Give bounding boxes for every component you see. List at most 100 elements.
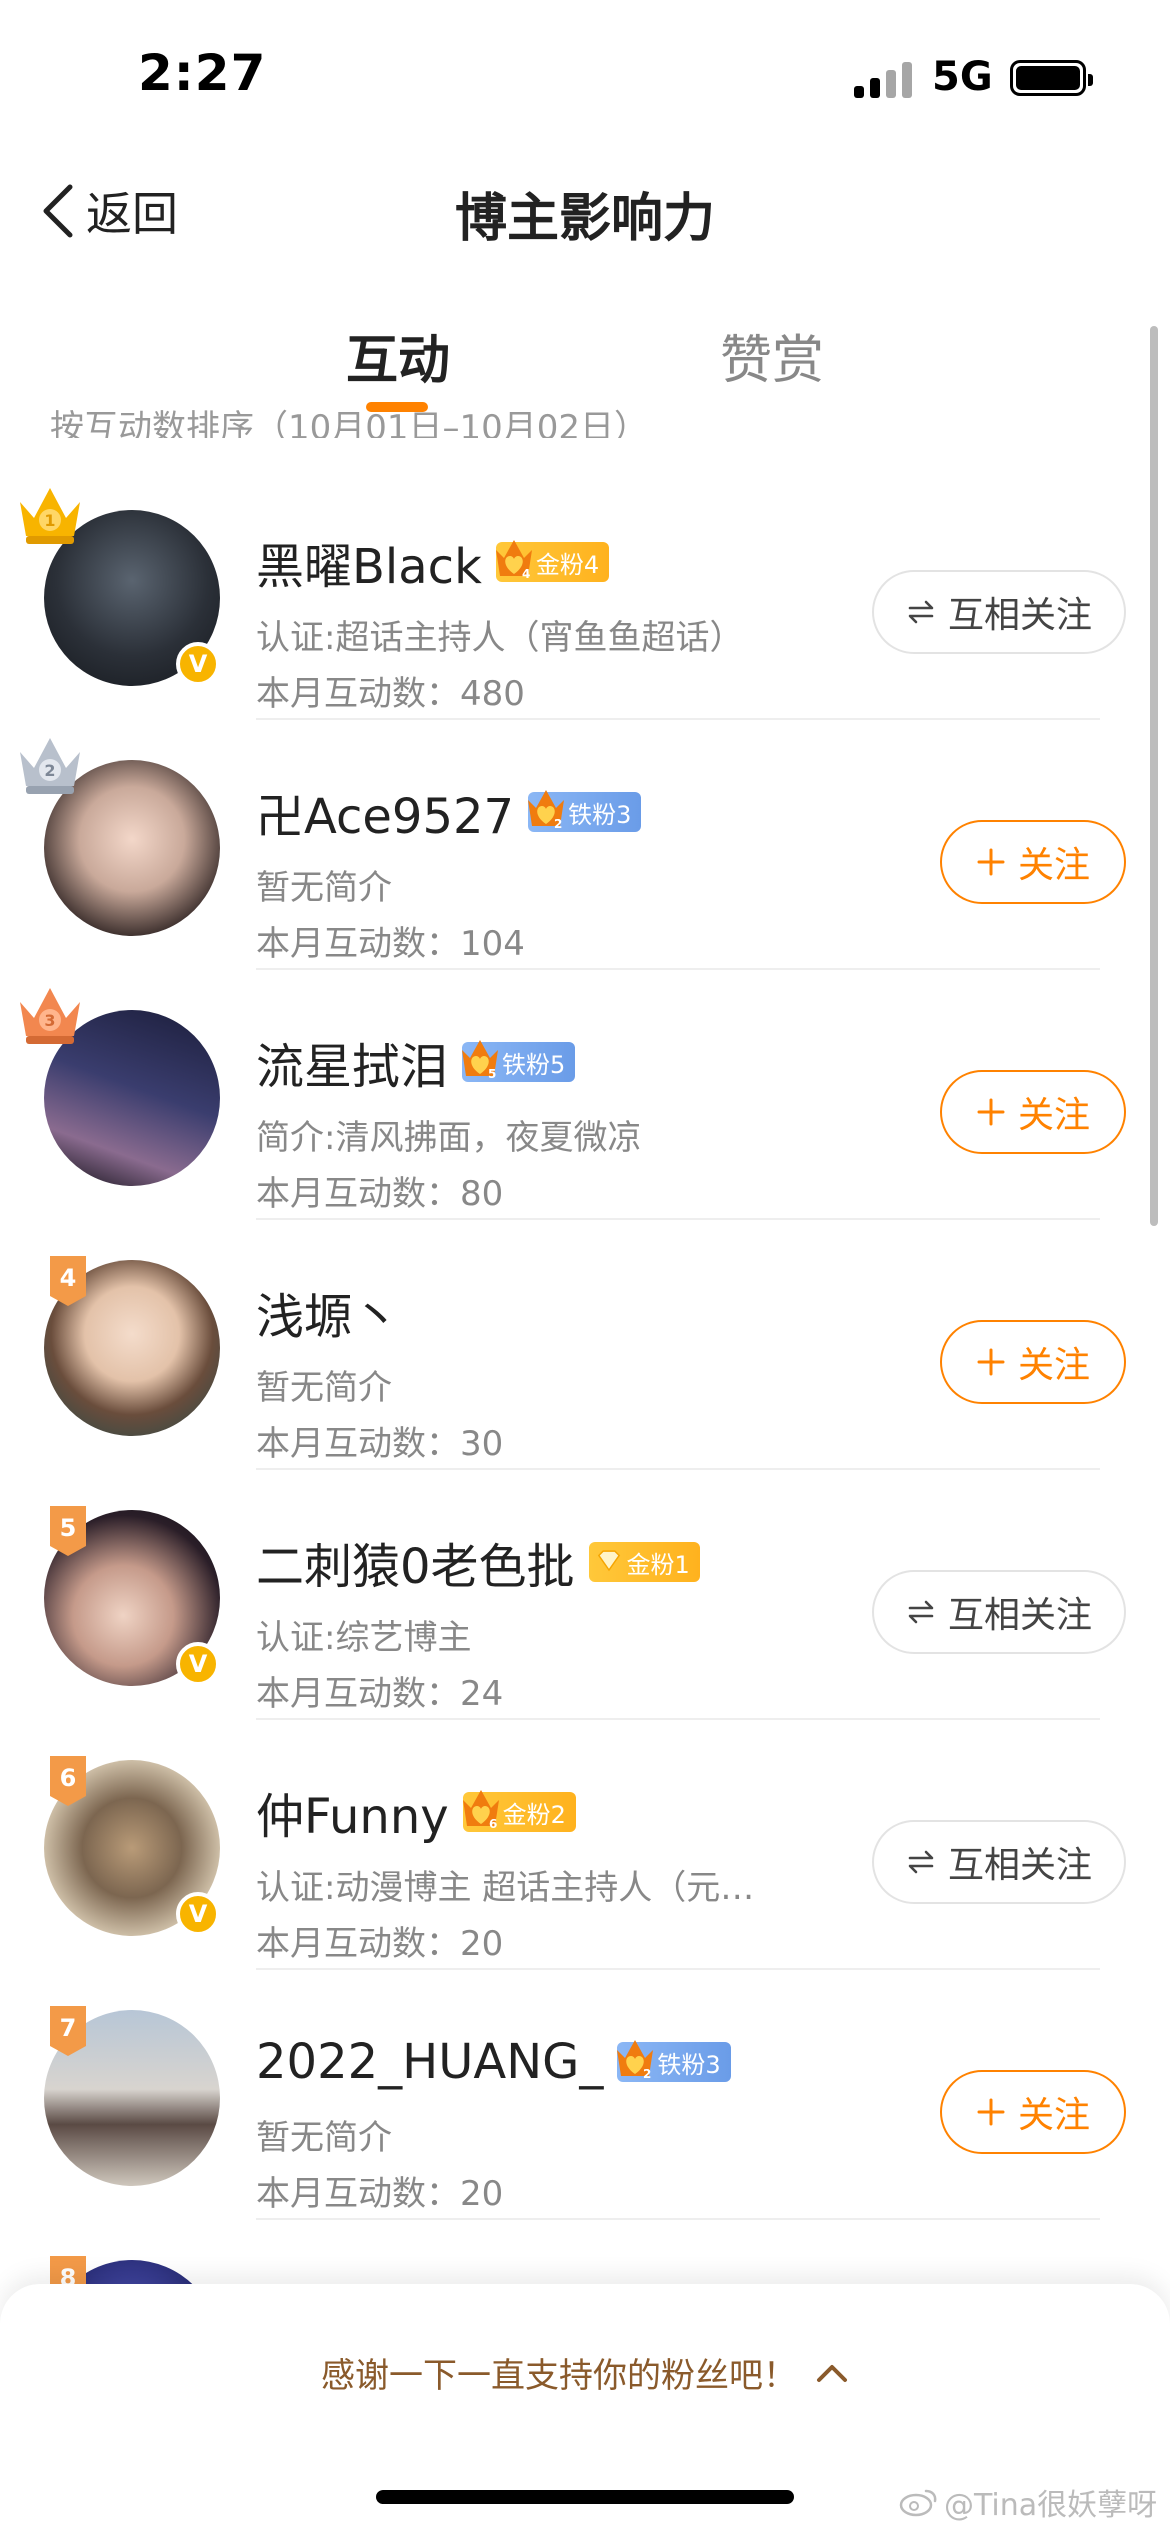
follow-button[interactable]: 关注: [940, 2070, 1126, 2154]
user-desc: 暂无简介: [256, 2118, 392, 2158]
interaction-count: 本月互动数：104: [256, 924, 525, 964]
network-label: 5G: [932, 54, 993, 100]
user-desc: 暂无简介: [256, 1368, 392, 1408]
battery-icon: [1010, 60, 1093, 96]
bronze-crown-icon: 3: [20, 988, 80, 1044]
follow-button[interactable]: 关注: [940, 820, 1126, 904]
interaction-count: 本月互动数：24: [256, 1674, 504, 1714]
interaction-count: 本月互动数：30: [256, 1424, 504, 1464]
fan-badge-label: 铁粉3: [657, 2050, 721, 2079]
list-item[interactable]: 5 V 二刺猿0老色批 金粉1 认证:综艺博主 本月互动数：24 互相关注: [0, 1470, 1170, 1720]
tab-reward[interactable]: 赞赏: [720, 318, 824, 393]
plus-icon: [977, 848, 1005, 876]
user-desc: 认证:动漫博主 超话主持人（元…: [256, 1868, 755, 1908]
list-item[interactable]: 7 2022_HUANG_ 2 铁粉3 暂无简介 本月互动数：20 关注: [0, 1970, 1170, 2220]
user-desc: 认证:超话主持人（宵鱼鱼超话）: [256, 618, 744, 658]
fan-badge: 2 铁粉3: [617, 2040, 731, 2082]
button-label: 互相关注: [947, 595, 1092, 636]
user-name[interactable]: 流星拭泪: [256, 1027, 448, 1097]
svg-text:5: 5: [60, 1514, 77, 1542]
verified-badge-icon: V: [176, 1892, 220, 1936]
svg-text:4: 4: [60, 1264, 77, 1292]
plus-icon: [977, 1348, 1005, 1376]
rank-tag-icon: 7: [50, 2006, 86, 2056]
fan-badge-label: 金粉2: [502, 1800, 566, 1829]
status-time: 2:27: [138, 44, 267, 102]
fan-badge: 2 铁粉3: [528, 790, 642, 832]
diamond-icon: [597, 1550, 620, 1572]
rank-tag-icon: 6: [50, 1756, 86, 1806]
svg-text:2: 2: [643, 2067, 651, 2081]
plus-icon: [977, 2098, 1005, 2126]
fan-badge: 4 金粉4: [495, 540, 610, 582]
svg-text:5: 5: [488, 1067, 496, 1081]
swap-arrows-icon: [908, 600, 934, 624]
interaction-count: 本月互动数：80: [256, 1174, 504, 1214]
crown-heart-icon: 4: [495, 540, 532, 581]
list-item[interactable]: 6 V 仲Funny 6 金粉2 认证:动漫博主 超话主持人（元… 本月互动数：…: [0, 1720, 1170, 1970]
crown-heart-icon: 2: [528, 790, 565, 831]
mutual-follow-button[interactable]: 互相关注: [872, 570, 1126, 654]
interaction-count: 本月互动数：480: [256, 674, 525, 714]
plus-icon: [977, 1098, 1005, 1126]
interaction-count: 本月互动数：20: [256, 2174, 504, 2214]
home-indicator[interactable]: [376, 2490, 794, 2504]
fan-badge-label: 铁粉5: [502, 1050, 566, 1079]
swap-arrows-icon: [908, 1850, 934, 1874]
list-item[interactable]: 1 V 黑曜Black 4 金粉4 认证:超话主持人（宵鱼鱼超话） 本月互动数：…: [0, 470, 1170, 720]
follow-button[interactable]: 关注: [940, 1320, 1126, 1404]
rank-tag-icon: 5: [50, 1506, 86, 1556]
svg-text:6: 6: [489, 1817, 497, 1831]
list-item[interactable]: 3 流星拭泪 5 铁粉5 简介:清风拂面，夜夏微凉 本月互动数：80 关注: [0, 970, 1170, 1220]
user-name[interactable]: 仲Funny: [256, 1777, 449, 1847]
user-name[interactable]: 黑曜Black: [256, 527, 482, 597]
fan-badge-label: 铁粉3: [568, 800, 632, 829]
fan-badge-label: 金粉4: [535, 550, 600, 579]
fan-badge: 6 金粉2: [462, 1790, 576, 1832]
user-name[interactable]: 浅塬丶: [256, 1277, 400, 1347]
nav-bar: 返回 博主影响力: [0, 160, 1170, 260]
weibo-logo-icon: [899, 2489, 937, 2517]
user-name[interactable]: 2022_HUANG_: [256, 2034, 603, 2090]
chevron-up-icon: [817, 2364, 847, 2382]
user-name[interactable]: 卍Ace9527: [256, 777, 514, 847]
crown-heart-icon: 5: [462, 1040, 499, 1081]
list-item[interactable]: 2 卍Ace9527 2 铁粉3 暂无简介 本月互动数：104 关注: [0, 720, 1170, 970]
user-desc: 认证:综艺博主: [256, 1618, 472, 1658]
gold-crown-icon: 1: [20, 488, 80, 544]
interaction-count: 本月互动数：20: [256, 1924, 504, 1964]
list-item[interactable]: 4 浅塬丶 暂无简介 本月互动数：30 关注: [0, 1220, 1170, 1470]
mutual-follow-button[interactable]: 互相关注: [872, 1820, 1126, 1904]
button-label: 关注: [1017, 845, 1090, 886]
follow-button[interactable]: 关注: [940, 1070, 1126, 1154]
status-bar: 2:27 5G: [0, 0, 1170, 150]
thanks-prompt[interactable]: 感谢一下一直支持你的粉丝吧！: [0, 2348, 1170, 2397]
watermark-text: @Tina很妖孽呀: [944, 2488, 1158, 2523]
rank-tag-icon: 4: [50, 1256, 86, 1306]
page-title: 博主影响力: [454, 189, 715, 249]
button-label: 关注: [1017, 1345, 1090, 1386]
swap-arrows-icon: [908, 1600, 934, 1624]
user-desc: 暂无简介: [256, 868, 392, 908]
user-name[interactable]: 二刺猿0老色批: [256, 1527, 575, 1597]
mutual-follow-button[interactable]: 互相关注: [872, 1570, 1126, 1654]
verified-badge-icon: V: [176, 1642, 220, 1686]
silver-crown-icon: 2: [20, 738, 80, 794]
fan-badge-label: 金粉1: [626, 1550, 690, 1579]
svg-text:4: 4: [522, 567, 530, 581]
svg-text:1: 1: [44, 511, 55, 530]
svg-text:2: 2: [44, 761, 55, 780]
crown-heart-icon: 6: [462, 1790, 499, 1831]
watermark: @Tina很妖孽呀: [898, 2480, 1157, 2524]
button-label: 互相关注: [947, 1595, 1092, 1636]
button-label: 关注: [1017, 2095, 1090, 2136]
button-label: 关注: [1017, 1095, 1090, 1136]
button-label: 互相关注: [947, 1845, 1092, 1886]
svg-text:2: 2: [554, 817, 562, 831]
fan-badge: 金粉1: [588, 1542, 700, 1582]
svg-text:3: 3: [44, 1011, 55, 1030]
sort-hint: 按互动数排序（10月01日–10月02日）: [50, 408, 649, 438]
thanks-text: 感谢一下一直支持你的粉丝吧！: [321, 2356, 797, 2396]
tab-interaction[interactable]: 互动: [346, 318, 450, 393]
fan-badge: 5 铁粉5: [462, 1040, 576, 1082]
